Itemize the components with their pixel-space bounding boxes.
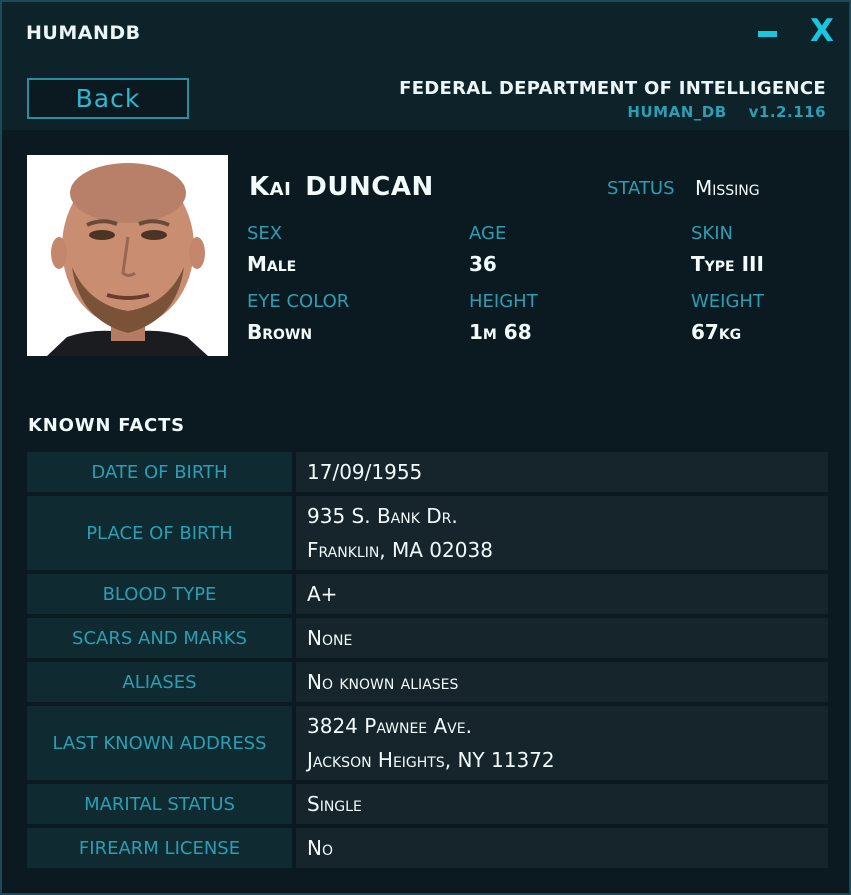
fact-row-scars-and-marks: SCARS AND MARKS None bbox=[27, 618, 828, 658]
minimize-button[interactable] bbox=[758, 31, 777, 37]
fact-value: No known aliases bbox=[296, 662, 828, 702]
fact-value: 17/09/1955 bbox=[296, 452, 828, 492]
fact-value: None bbox=[296, 618, 828, 658]
fact-key: LAST KNOWN ADDRESS bbox=[27, 706, 292, 780]
version-label: v1.2.116 bbox=[748, 103, 826, 121]
fact-row-place-of-birth: PLACE OF BIRTH 935 S. Bank Dr. Franklin, … bbox=[27, 496, 828, 570]
fact-key: MARITAL STATUS bbox=[27, 784, 292, 824]
app-title: HUMANDB bbox=[26, 22, 141, 44]
fact-value: A+ bbox=[296, 574, 828, 614]
eye-color-value: Brown bbox=[247, 320, 313, 344]
agency-title: FEDERAL DEPARTMENT OF INTELLIGENCE bbox=[399, 78, 826, 99]
fact-row-last-known-address: LAST KNOWN ADDRESS 3824 Pawnee Ave. Jacks… bbox=[27, 706, 828, 780]
humandb-window: HUMANDB X Back FEDERAL DEPARTMENT OF INT… bbox=[0, 0, 851, 895]
height-value: 1m 68 bbox=[469, 320, 532, 344]
fact-key: BLOOD TYPE bbox=[27, 574, 292, 614]
fact-value: 3824 Pawnee Ave. Jackson Heights, NY 1137… bbox=[296, 706, 828, 780]
fact-line: Single bbox=[307, 792, 362, 816]
fact-key: PLACE OF BIRTH bbox=[27, 496, 292, 570]
weight-label: WEIGHT bbox=[691, 291, 764, 312]
fact-key: DATE OF BIRTH bbox=[27, 452, 292, 492]
first-name: Kai bbox=[249, 172, 292, 202]
fact-value: Single bbox=[296, 784, 828, 824]
fact-line: 3824 Pawnee Ave. bbox=[307, 714, 472, 738]
header-bar: HUMANDB X Back FEDERAL DEPARTMENT OF INT… bbox=[2, 2, 849, 130]
fact-row-blood-type: BLOOD TYPE A+ bbox=[27, 574, 828, 614]
fact-line: 17/09/1955 bbox=[307, 460, 423, 484]
sex-label: SEX bbox=[247, 223, 283, 244]
db-info: HUMAN_DB v1.2.116 bbox=[627, 103, 826, 121]
fact-line: 935 S. Bank Dr. bbox=[307, 504, 458, 528]
subject-name: Kai DUNCAN bbox=[249, 172, 434, 202]
fact-line: None bbox=[307, 626, 353, 650]
status-value: Missing bbox=[695, 176, 760, 200]
db-name: HUMAN_DB bbox=[627, 103, 727, 121]
back-button[interactable]: Back bbox=[27, 78, 189, 119]
eye-color-label: EYE COLOR bbox=[247, 291, 350, 312]
weight-value: 67kg bbox=[691, 320, 742, 344]
sex-value: Male bbox=[247, 252, 297, 276]
fact-line: Jackson Heights, NY 11372 bbox=[307, 748, 555, 772]
fact-line: Franklin, MA 02038 bbox=[307, 538, 493, 562]
fact-key: SCARS AND MARKS bbox=[27, 618, 292, 658]
skin-value: Type III bbox=[691, 252, 764, 276]
fact-key: FIREARM LICENSE bbox=[27, 828, 292, 868]
last-name: DUNCAN bbox=[305, 172, 434, 202]
fact-value: No bbox=[296, 828, 828, 868]
fact-line: No known aliases bbox=[307, 670, 459, 694]
subject-photo bbox=[27, 155, 228, 356]
age-value: 36 bbox=[469, 252, 497, 276]
fact-line: A+ bbox=[307, 582, 338, 606]
fact-key: ALIASES bbox=[27, 662, 292, 702]
close-button[interactable]: X bbox=[808, 14, 836, 48]
known-facts-title: KNOWN FACTS bbox=[28, 415, 185, 436]
height-label: HEIGHT bbox=[469, 291, 538, 312]
known-facts-table: DATE OF BIRTH 17/09/1955 PLACE OF BIRTH … bbox=[27, 452, 828, 872]
fact-row-marital-status: MARITAL STATUS Single bbox=[27, 784, 828, 824]
fact-row-aliases: ALIASES No known aliases bbox=[27, 662, 828, 702]
status-label: STATUS bbox=[607, 178, 675, 199]
age-label: AGE bbox=[469, 223, 507, 244]
fact-row-date-of-birth: DATE OF BIRTH 17/09/1955 bbox=[27, 452, 828, 492]
fact-row-firearm-license: FIREARM LICENSE No bbox=[27, 828, 828, 868]
skin-label: SKIN bbox=[691, 223, 734, 244]
fact-value: 935 S. Bank Dr. Franklin, MA 02038 bbox=[296, 496, 828, 570]
fact-line: No bbox=[307, 836, 333, 860]
